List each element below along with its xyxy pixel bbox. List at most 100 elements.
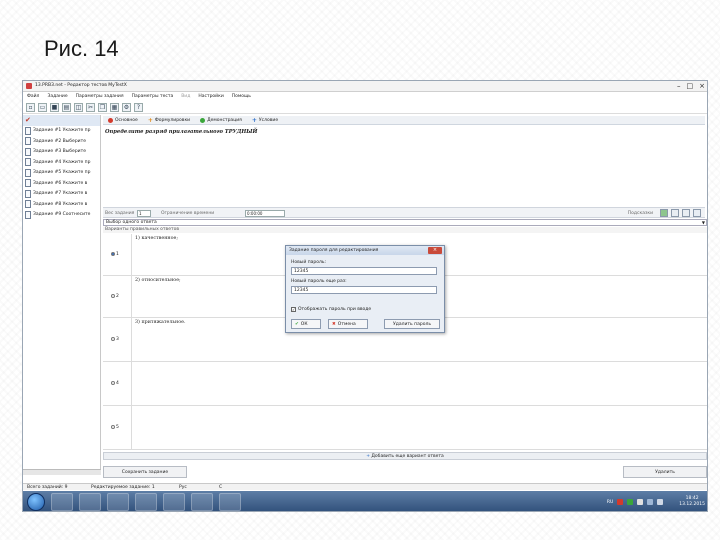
taskbar-app-explorer-icon[interactable]	[51, 493, 73, 511]
task-list-item[interactable]: Задание #6 Укажите в	[23, 178, 100, 189]
task-list-item[interactable]: Задание #3 Выберите	[23, 147, 100, 158]
radio-button[interactable]	[111, 252, 115, 256]
taskbar-app-media-icon[interactable]	[135, 493, 157, 511]
taskbar-app-chrome-icon[interactable]	[79, 493, 101, 511]
tab-formulations[interactable]: + Формулировки	[145, 116, 193, 124]
menu-test-params[interactable]: Параметры теста	[132, 93, 174, 101]
tray-green-icon[interactable]	[627, 499, 634, 505]
checkmark-icon: ✔	[25, 116, 31, 125]
taskbar-app-word-icon[interactable]	[163, 493, 185, 511]
tab-demo[interactable]: Демонстрация	[197, 116, 245, 124]
document-icon	[25, 210, 31, 219]
tab-main[interactable]: Основное	[105, 116, 141, 124]
delete-button[interactable]: Удалить	[623, 466, 707, 478]
green-check-icon: ✔	[295, 321, 299, 327]
tray-network-icon[interactable]	[647, 499, 654, 505]
status-lang: Рус	[179, 485, 187, 490]
hint-label: Подсказки	[627, 210, 653, 216]
task-list-item[interactable]: Задание #2 Выберите	[23, 136, 100, 147]
weight-input[interactable]: 1	[137, 210, 151, 217]
window-titlebar: 13.PRB3.net - Редактор тестов MyTestX – …	[23, 81, 707, 92]
hint-copy-icon[interactable]	[682, 209, 690, 217]
system-tray: RU 18:42 13.12.2015	[607, 493, 705, 511]
taskbar-app-mytest-icon[interactable]	[219, 493, 241, 511]
close-icon[interactable]: ×	[699, 82, 705, 90]
document-icon	[25, 168, 31, 177]
sidebar-scrollbar[interactable]	[23, 469, 101, 475]
minimize-icon[interactable]: –	[677, 82, 681, 90]
menu-task-params[interactable]: Параметры задания	[76, 93, 124, 101]
radio-button[interactable]	[111, 337, 115, 341]
task-list-item[interactable]: Задание #1 Укажите пр	[23, 126, 100, 137]
task-list-item[interactable]: Задание #7 Укажите в	[23, 189, 100, 200]
preview-icon[interactable]: ◫	[74, 103, 83, 112]
tray-lang[interactable]: RU	[607, 500, 613, 505]
hint-camera-icon[interactable]	[671, 209, 679, 217]
radio-button[interactable]	[111, 294, 115, 298]
window-title: 13.PRB3.net - Редактор тестов MyTestX	[35, 83, 127, 88]
main-toolbar: ▫ ▭ ■ ▤ ◫ ✂ ❐ ▦ ⚙ ?	[23, 102, 707, 114]
menu-task[interactable]: Задание	[47, 93, 67, 101]
status-bar: Всего заданий: 9 Редактируемое задание: …	[23, 483, 707, 490]
confirm-password-input[interactable]: 12345	[291, 286, 437, 294]
question-editor[interactable]: Определите разряд прилагательного ТРУДНЫ…	[103, 126, 705, 212]
menu-settings[interactable]: Настройки	[198, 93, 223, 101]
new-file-icon[interactable]: ▫	[26, 103, 35, 112]
confirm-password-label: Новый пароль еще раз:	[291, 279, 347, 284]
menu-bar: Файл Задание Параметры задания Параметры…	[23, 93, 707, 101]
close-icon[interactable]: ×	[428, 247, 442, 254]
password-dialog: Задание пароля для редактирования × Новы…	[285, 245, 445, 333]
document-icon	[25, 126, 31, 135]
taskbar-app-browser-icon[interactable]	[107, 493, 129, 511]
cut-icon[interactable]: ✂	[86, 103, 95, 112]
radio-button[interactable]	[111, 425, 115, 429]
tray-red-icon[interactable]	[617, 499, 624, 505]
print-icon[interactable]: ▤	[62, 103, 71, 112]
remove-password-button[interactable]: Удалить пароль	[384, 319, 440, 329]
menu-help[interactable]: Помощь	[232, 93, 251, 101]
hint-add-icon[interactable]	[660, 209, 668, 217]
save-task-button[interactable]: Сохранить задание	[103, 466, 187, 478]
hint-paste-icon[interactable]	[693, 209, 701, 217]
tray-flag-icon[interactable]	[637, 499, 644, 505]
show-password-checkbox[interactable]: ✓ Отображать пароль при вводе	[291, 307, 371, 312]
task-type-select[interactable]: Выбор одного ответа ▼	[103, 219, 707, 226]
checkbox-checked-icon: ✓	[291, 307, 296, 312]
task-list-item[interactable]: Задание #4 Укажите пр	[23, 157, 100, 168]
radio-button[interactable]	[111, 381, 115, 385]
time-input[interactable]: 0:00:00	[245, 210, 285, 217]
ok-button[interactable]: ✔ ОК	[291, 319, 321, 329]
red-dot-icon	[108, 117, 113, 123]
green-dot-icon	[200, 117, 206, 123]
cancel-button[interactable]: ✖ Отмена	[328, 319, 368, 329]
answer-text: 1) качественное;	[135, 236, 178, 241]
start-button-icon[interactable]	[27, 493, 45, 511]
task-list-item[interactable]: Задание #5 Укажите пр	[23, 168, 100, 179]
answer-text: 3) притяжательное.	[135, 320, 186, 325]
menu-view[interactable]: Вид	[181, 93, 190, 101]
task-list-item[interactable]: Задание #9 Соотнесите	[23, 210, 100, 221]
settings-icon[interactable]: ⚙	[122, 103, 131, 112]
tray-clock[interactable]: 18:42 13.12.2015	[679, 496, 705, 508]
plus-icon: +	[251, 116, 257, 124]
taskbar-app-powerpoint-icon[interactable]	[191, 493, 213, 511]
menu-file[interactable]: Файл	[27, 93, 39, 101]
open-folder-icon[interactable]: ▭	[38, 103, 47, 112]
copy-icon[interactable]: ❐	[98, 103, 107, 112]
maximize-icon[interactable]: □	[687, 82, 694, 90]
answer-row[interactable]: 5	[103, 406, 707, 450]
task-list-item[interactable]: Задание #8 Укажите в	[23, 199, 100, 210]
app-icon	[26, 83, 32, 89]
tray-volume-icon[interactable]	[657, 499, 664, 505]
status-current: Редактируемое задание: 1	[91, 485, 155, 490]
answer-text: 2) относительное;	[135, 278, 181, 283]
help-icon[interactable]: ?	[134, 103, 143, 112]
task-list-header[interactable]: ✔	[23, 115, 100, 126]
tab-condition[interactable]: + Условие	[249, 116, 281, 124]
status-indicator: С	[219, 485, 223, 490]
answer-row[interactable]: 4	[103, 362, 707, 406]
save-icon[interactable]: ■	[50, 103, 59, 112]
paste-icon[interactable]: ▦	[110, 103, 119, 112]
new-password-input[interactable]: 12345	[291, 267, 437, 275]
add-answer-button[interactable]: + Добавить еще вариант ответа	[103, 452, 707, 460]
